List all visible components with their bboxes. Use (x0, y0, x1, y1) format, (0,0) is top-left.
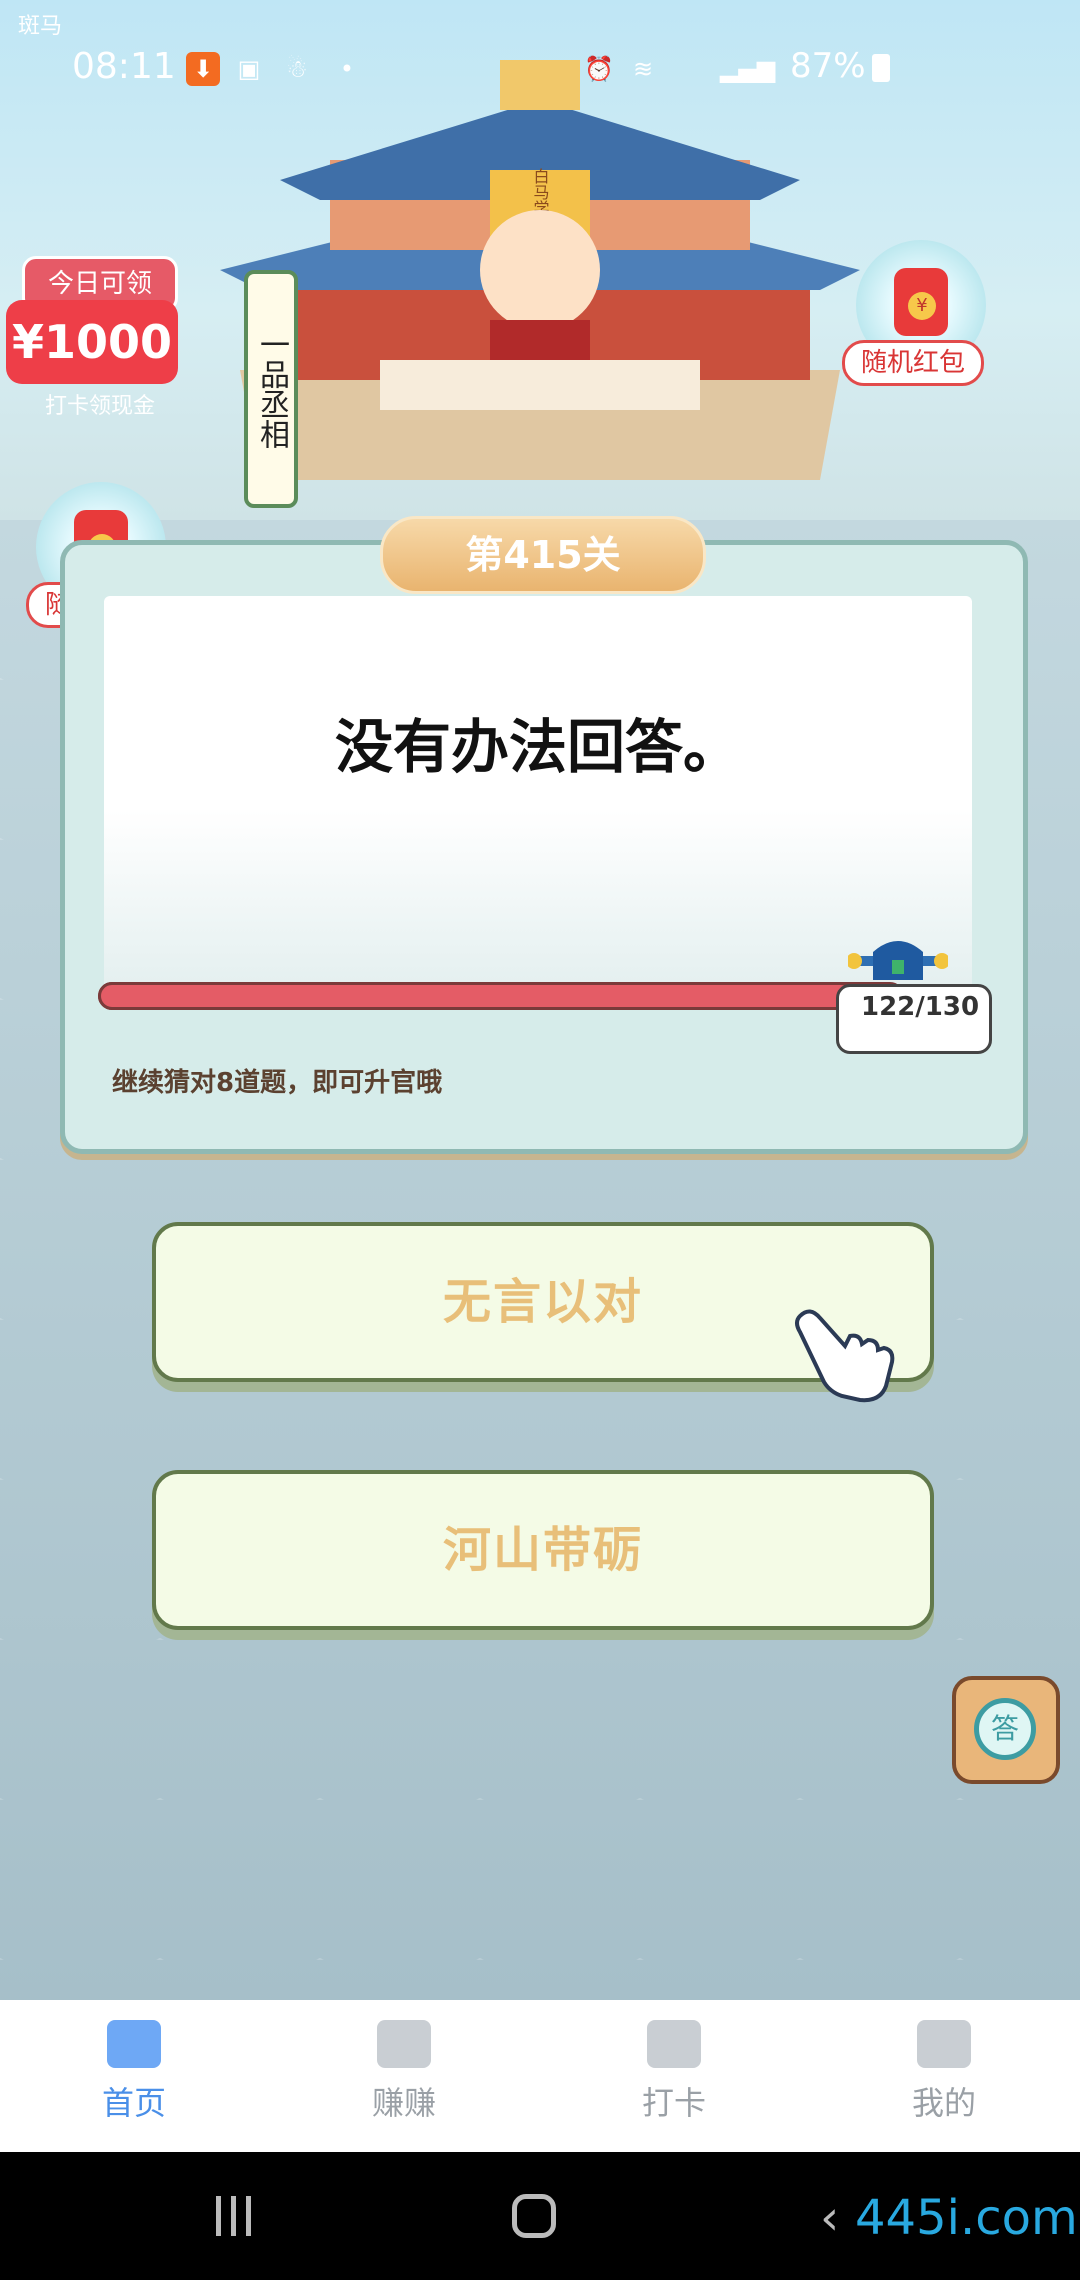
level-badge: 第415关 (380, 516, 706, 594)
app-notification-icon: ☃ (286, 55, 308, 83)
answer-option-2[interactable]: 河山带砺 (152, 1470, 934, 1630)
hand-pointer-icon (795, 1309, 895, 1403)
ink-mountains-decoration (104, 810, 972, 996)
more-dot-icon: • (339, 55, 355, 83)
nav-item-checkin[interactable]: 打卡 (594, 2020, 754, 2124)
promotion-hint: 继续猜对8道题，即可升官哦 (112, 1068, 443, 1098)
official-hat-icon (848, 941, 948, 980)
status-time: 08:11 (72, 46, 176, 87)
progress-count: 122/130 (836, 984, 992, 1054)
official-rank-scroll: 一品丞相 (244, 270, 298, 508)
recent-apps-icon[interactable] (212, 2196, 256, 2236)
magnifier-icon: 答 (974, 1698, 1036, 1760)
back-icon[interactable]: ‹ (820, 2190, 839, 2246)
battery-percent: 87% (790, 46, 866, 86)
gallery-icon: ▣ (237, 55, 261, 83)
signal-icon: ▂▄▆ (720, 55, 776, 83)
alarm-icon: ⏰ (584, 55, 614, 83)
status-corner-text: 斑马 (18, 14, 63, 39)
nav-item-mine[interactable]: 我的 (864, 2020, 1024, 2124)
battery-icon (872, 54, 890, 82)
nav-label: 首页 (101, 2084, 166, 2122)
nav-item-earn[interactable]: 赚赚 (324, 2020, 484, 2124)
question-text: 没有办法回答。 (334, 713, 741, 781)
red-packet-label-right[interactable]: 随机红包 (842, 340, 985, 386)
wifi-icon: ≋ (632, 55, 654, 83)
home-icon (107, 2020, 161, 2068)
wallet-icon (917, 2020, 971, 2068)
nav-item-home[interactable]: 首页 (54, 2020, 214, 2124)
nav-label: 赚赚 (371, 2084, 436, 2122)
download-icon: ⬇ (186, 52, 220, 86)
checkin-cash-label[interactable]: 打卡领现金 (10, 388, 190, 420)
nav-label: 打卡 (641, 2084, 706, 2122)
nav-label: 我的 (911, 2084, 976, 2122)
watermark-text: 445i.com (855, 2190, 1078, 2246)
progress-fill (98, 982, 855, 1010)
gift-icon (377, 2020, 431, 2068)
home-button-icon[interactable] (512, 2194, 556, 2238)
today-claim-amount[interactable]: ¥1000 (6, 300, 178, 384)
calendar-check-icon (647, 2020, 701, 2068)
answer-hint-button[interactable]: 答 (952, 1676, 1060, 1784)
